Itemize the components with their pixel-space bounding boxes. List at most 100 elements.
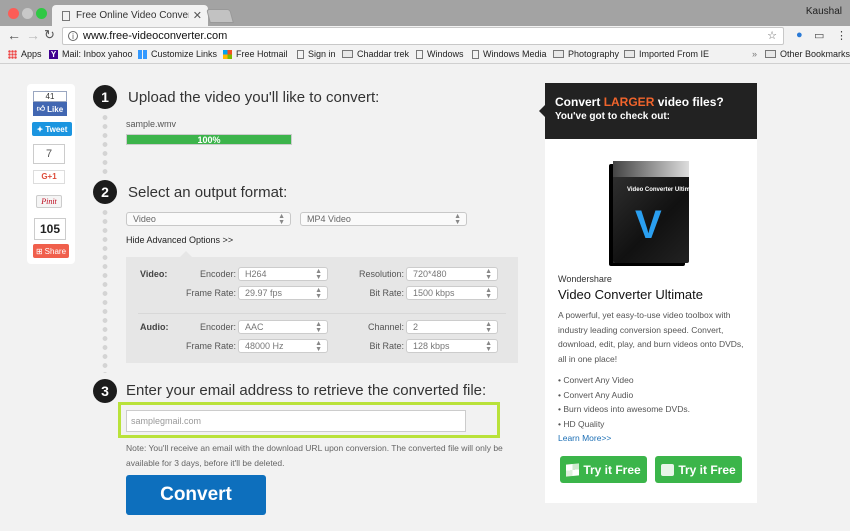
browser-tab-bar: Free Online Video Converter - O ✕ Kausha…: [0, 0, 850, 26]
select-arrows-icon: ▲ ▼: [315, 287, 322, 300]
facebook-like-count: 41: [33, 91, 67, 102]
bookmark-chaddar-trek[interactable]: Chaddar trek: [342, 49, 409, 59]
select-value: 48000 Hz: [245, 341, 284, 351]
product-box-image[interactable]: Video Converter Ultimate V: [613, 161, 699, 263]
bookmark-other-bookmarks[interactable]: Other Bookmarks: [765, 49, 850, 59]
step-2-badge: 2: [93, 180, 117, 204]
bookmark-label: Mail: Inbox yahoo: [62, 49, 133, 59]
profile-name[interactable]: Kaushal: [806, 6, 842, 17]
new-tab-button[interactable]: [206, 9, 234, 23]
step-connector: [102, 208, 108, 373]
info-icon[interactable]: i: [68, 31, 78, 41]
maximize-window-button[interactable]: [36, 8, 47, 19]
video-group-label: Video:: [140, 269, 168, 279]
google-plus-count: 7: [33, 144, 65, 164]
ad-headline-text: Convert: [555, 95, 604, 109]
bookmark-customize-links[interactable]: Customize Links: [138, 49, 217, 59]
learn-more-link[interactable]: Learn More>>: [558, 433, 611, 443]
select-value: AAC: [245, 322, 264, 332]
bookmark-apps[interactable]: Apps: [8, 49, 42, 59]
share-label: Share: [44, 246, 67, 256]
select-arrows-icon: ▲ ▼: [485, 287, 492, 300]
tweet-label: Tweet: [45, 124, 68, 134]
reload-icon[interactable]: ↻: [44, 27, 55, 43]
audio-channel-select[interactable]: 2 ▲ ▼: [406, 320, 498, 334]
convert-button[interactable]: Convert: [126, 475, 266, 515]
step-connector: [102, 113, 108, 176]
product-logo-icon: V: [635, 203, 662, 247]
output-category-select[interactable]: Video ▲ ▼: [126, 212, 291, 226]
pinterest-pin-button[interactable]: Pinit: [36, 195, 62, 208]
bookmark-sign-in[interactable]: Sign in: [297, 49, 336, 59]
browser-tab[interactable]: Free Online Video Converter - O ✕: [52, 5, 208, 26]
ad-header: Convert LARGER video files? You've got t…: [539, 83, 757, 139]
cast-icon[interactable]: ▭: [814, 29, 824, 42]
email-input[interactable]: [126, 410, 466, 432]
select-value: Video: [133, 214, 156, 224]
back-arrow-icon[interactable]: ←: [7, 27, 21, 43]
advanced-options-panel: Video: Encoder: H264 ▲ ▼ Resolution: 720*4…: [126, 251, 518, 363]
share-button[interactable]: ⊞ Share: [33, 244, 69, 258]
audio-framerate-select[interactable]: 48000 Hz ▲ ▼: [238, 339, 328, 353]
output-format-select[interactable]: MP4 Video ▲ ▼: [300, 212, 467, 226]
select-value: 2: [413, 322, 419, 332]
select-value: 128 kbps: [413, 341, 450, 351]
select-value: 720*480: [413, 269, 447, 279]
video-bitrate-select[interactable]: 1500 kbps ▲ ▼: [406, 286, 498, 300]
tab-title: Free Online Video Converter - O: [76, 10, 189, 21]
ad-brand: Wondershare: [558, 274, 612, 284]
video-resolution-select[interactable]: 720*480 ▲ ▼: [406, 267, 498, 281]
bookmark-imported-from-ie[interactable]: Imported From IE: [624, 49, 709, 59]
address-bar[interactable]: i www.free-videoconverter.com ☆: [62, 27, 784, 45]
try-free-windows-button[interactable]: Try it Free: [560, 456, 647, 483]
bookmark-photography[interactable]: Photography: [553, 49, 619, 59]
select-value: 1500 kbps: [413, 288, 455, 298]
bookmark-star-icon[interactable]: ☆: [767, 29, 777, 42]
step-3-title: Enter your email address to retrieve the…: [126, 382, 487, 399]
audio-group-label: Audio:: [140, 322, 169, 332]
page-icon: [297, 49, 304, 59]
page-icon: [472, 49, 479, 59]
uploaded-filename: sample.wmv: [126, 119, 177, 129]
bookmarks-bar: Apps Y Mail: Inbox yahoo Customize Links …: [0, 46, 850, 64]
hide-advanced-options-link[interactable]: Hide Advanced Options >>: [126, 235, 233, 245]
audio-bitrate-select[interactable]: 128 kbps ▲ ▼: [406, 339, 498, 353]
facebook-like-button[interactable]: 👍︎ Like: [33, 102, 67, 116]
url-text: www.free-videoconverter.com: [83, 30, 228, 42]
bookmark-windows-media[interactable]: Windows Media: [472, 49, 547, 59]
bookmark-label: Sign in: [308, 49, 336, 59]
bookmark-label: Chaddar trek: [357, 49, 410, 59]
bookmark-free-hotmail[interactable]: Free Hotmail: [223, 49, 288, 59]
video-encoder-select[interactable]: H264 ▲ ▼: [238, 267, 328, 281]
select-arrows-icon: ▲ ▼: [485, 268, 492, 281]
bookmark-windows[interactable]: Windows: [416, 49, 464, 59]
browser-nav-bar: ← → ↻ i www.free-videoconverter.com ☆ ● …: [0, 26, 850, 46]
menu-kebab-icon[interactable]: ⋮: [836, 29, 847, 42]
tweet-button[interactable]: ✦ Tweet: [32, 122, 72, 136]
select-arrows-icon: ▲ ▼: [315, 321, 322, 334]
audio-encoder-select[interactable]: AAC ▲ ▼: [238, 320, 328, 334]
bookmark-label: Windows Media: [483, 49, 547, 59]
minimize-window-button[interactable]: [22, 8, 33, 19]
plus-square-icon: ⊞: [35, 246, 43, 256]
select-value: MP4 Video: [307, 214, 351, 224]
select-arrows-icon: ▲ ▼: [485, 340, 492, 353]
audio-channel-label: Channel:: [367, 322, 404, 332]
upload-progress-bar: 100%: [126, 134, 292, 145]
video-framerate-select[interactable]: 29.97 fps ▲ ▼: [238, 286, 328, 300]
forward-arrow-icon[interactable]: →: [26, 27, 40, 43]
bookmark-yahoo[interactable]: Y Mail: Inbox yahoo: [49, 49, 133, 59]
close-tab-icon[interactable]: ✕: [193, 9, 202, 22]
try-free-mac-button[interactable]: Try it Free: [655, 456, 742, 483]
folder-icon: [624, 50, 635, 58]
bookmark-label: Apps: [21, 49, 42, 59]
windows-icon: [138, 49, 147, 59]
share-count: 105: [34, 218, 66, 240]
mac-finder-icon: [661, 463, 675, 476]
bookmarks-overflow-button[interactable]: »: [752, 49, 757, 59]
product-ad-panel: Convert LARGER video files? You've got t…: [539, 83, 757, 503]
google-plus-button[interactable]: G+1: [33, 170, 65, 184]
extension-icon[interactable]: ●: [796, 29, 803, 41]
panel-divider: [138, 313, 506, 314]
close-window-button[interactable]: [8, 8, 19, 19]
